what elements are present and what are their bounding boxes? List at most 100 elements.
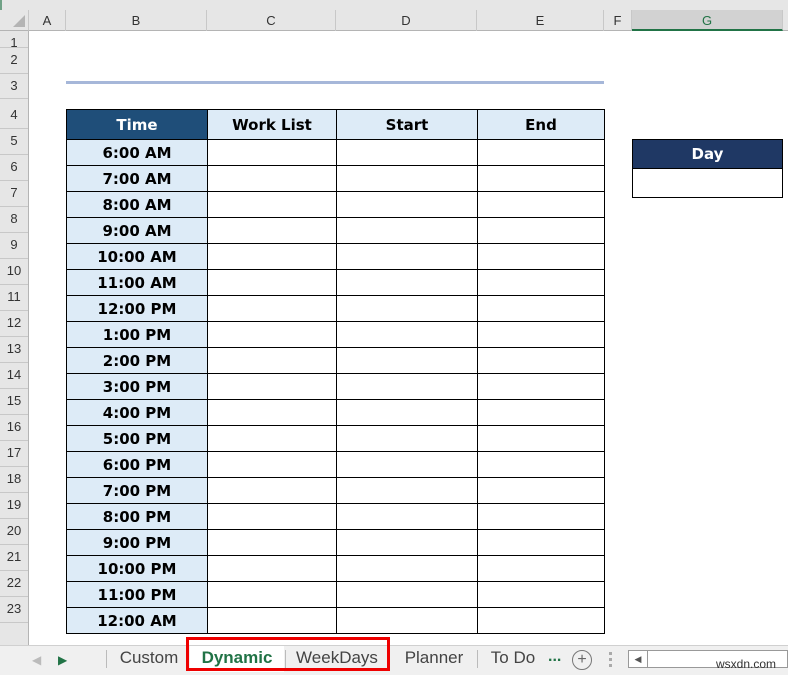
row-header[interactable]: 5	[0, 129, 28, 155]
end-cell[interactable]	[477, 139, 605, 166]
end-cell[interactable]	[477, 581, 605, 608]
end-cell[interactable]	[477, 607, 605, 634]
row-header[interactable]: 11	[0, 285, 28, 311]
work-list-cell[interactable]	[207, 581, 337, 608]
end-cell[interactable]	[477, 295, 605, 322]
add-sheet-icon[interactable]: +	[572, 650, 592, 670]
time-cell[interactable]: 2:00 PM	[66, 347, 208, 374]
start-cell[interactable]	[336, 243, 478, 270]
start-cell[interactable]	[336, 451, 478, 478]
start-cell[interactable]	[336, 295, 478, 322]
row-header[interactable]: 1	[0, 31, 28, 50]
day-header[interactable]: Day	[632, 139, 783, 169]
header-start[interactable]: Start	[336, 109, 478, 140]
time-cell[interactable]: 6:00 AM	[66, 139, 208, 166]
work-list-cell[interactable]	[207, 607, 337, 634]
row-header[interactable]: 12	[0, 311, 28, 337]
header-end[interactable]: End	[477, 109, 605, 140]
work-list-cell[interactable]	[207, 555, 337, 582]
tab-custom[interactable]: Custom	[110, 646, 188, 672]
work-list-cell[interactable]	[207, 139, 337, 166]
work-list-cell[interactable]	[207, 477, 337, 504]
row-header[interactable]: 9	[0, 233, 28, 259]
tab-splitter-handle[interactable]	[609, 652, 612, 668]
start-cell[interactable]	[336, 529, 478, 556]
row-header[interactable]: 22	[0, 571, 28, 597]
row-header[interactable]: 21	[0, 545, 28, 571]
time-cell[interactable]: 5:00 PM	[66, 425, 208, 452]
time-cell[interactable]: 8:00 AM	[66, 191, 208, 218]
end-cell[interactable]	[477, 321, 605, 348]
row-header[interactable]: 8	[0, 207, 28, 233]
work-list-cell[interactable]	[207, 243, 337, 270]
tab-to-do[interactable]: To Do	[482, 646, 544, 672]
time-cell[interactable]: 10:00 PM	[66, 555, 208, 582]
row-header[interactable]: 2	[0, 48, 28, 74]
column-header-d[interactable]: D	[336, 10, 477, 31]
time-cell[interactable]: 4:00 PM	[66, 399, 208, 426]
column-header-a[interactable]: A	[29, 10, 66, 31]
work-list-cell[interactable]	[207, 295, 337, 322]
scroll-left-icon[interactable]: ◀	[629, 651, 648, 667]
row-header[interactable]: 13	[0, 337, 28, 363]
time-cell[interactable]: 12:00 PM	[66, 295, 208, 322]
start-cell[interactable]	[336, 399, 478, 426]
time-cell[interactable]: 11:00 AM	[66, 269, 208, 296]
time-cell[interactable]: 10:00 AM	[66, 243, 208, 270]
header-work-list[interactable]: Work List	[207, 109, 337, 140]
start-cell[interactable]	[336, 139, 478, 166]
start-cell[interactable]	[336, 425, 478, 452]
work-list-cell[interactable]	[207, 191, 337, 218]
end-cell[interactable]	[477, 477, 605, 504]
row-header[interactable]: 15	[0, 389, 28, 415]
end-cell[interactable]	[477, 555, 605, 582]
row-header[interactable]: 14	[0, 363, 28, 389]
time-cell[interactable]: 11:00 PM	[66, 581, 208, 608]
work-list-cell[interactable]	[207, 269, 337, 296]
end-cell[interactable]	[477, 529, 605, 556]
time-cell[interactable]: 12:00 AM	[66, 607, 208, 634]
header-time[interactable]: Time	[66, 109, 208, 140]
start-cell[interactable]	[336, 165, 478, 192]
work-list-cell[interactable]	[207, 321, 337, 348]
start-cell[interactable]	[336, 477, 478, 504]
column-header-b[interactable]: B	[66, 10, 207, 31]
row-header[interactable]: 19	[0, 493, 28, 519]
end-cell[interactable]	[477, 191, 605, 218]
tab-planner[interactable]: Planner	[396, 646, 472, 672]
start-cell[interactable]	[336, 555, 478, 582]
end-cell[interactable]	[477, 269, 605, 296]
work-list-cell[interactable]	[207, 503, 337, 530]
row-header[interactable]: 16	[0, 415, 28, 441]
work-list-cell[interactable]	[207, 165, 337, 192]
work-list-cell[interactable]	[207, 373, 337, 400]
time-cell[interactable]: 3:00 PM	[66, 373, 208, 400]
time-cell[interactable]: 7:00 PM	[66, 477, 208, 504]
work-list-cell[interactable]	[207, 451, 337, 478]
end-cell[interactable]	[477, 373, 605, 400]
scroll-tabs-left-icon[interactable]: ◀	[32, 653, 41, 667]
start-cell[interactable]	[336, 269, 478, 296]
column-header-g[interactable]: G	[632, 10, 783, 31]
row-header[interactable]: 10	[0, 259, 28, 285]
time-cell[interactable]: 1:00 PM	[66, 321, 208, 348]
time-cell[interactable]: 6:00 PM	[66, 451, 208, 478]
row-header[interactable]: 23	[0, 597, 28, 623]
end-cell[interactable]	[477, 347, 605, 374]
column-header-c[interactable]: C	[207, 10, 336, 31]
work-list-cell[interactable]	[207, 425, 337, 452]
start-cell[interactable]	[336, 581, 478, 608]
column-header-e[interactable]: E	[477, 10, 604, 31]
row-header[interactable]: 4	[0, 99, 28, 129]
column-header-f[interactable]: F	[604, 10, 632, 31]
select-all-button[interactable]	[0, 10, 29, 31]
end-cell[interactable]	[477, 425, 605, 452]
end-cell[interactable]	[477, 399, 605, 426]
start-cell[interactable]	[336, 191, 478, 218]
row-header[interactable]: 6	[0, 155, 28, 181]
row-header[interactable]: 17	[0, 441, 28, 467]
row-header[interactable]: 18	[0, 467, 28, 493]
start-cell[interactable]	[336, 217, 478, 244]
start-cell[interactable]	[336, 321, 478, 348]
time-cell[interactable]: 8:00 PM	[66, 503, 208, 530]
